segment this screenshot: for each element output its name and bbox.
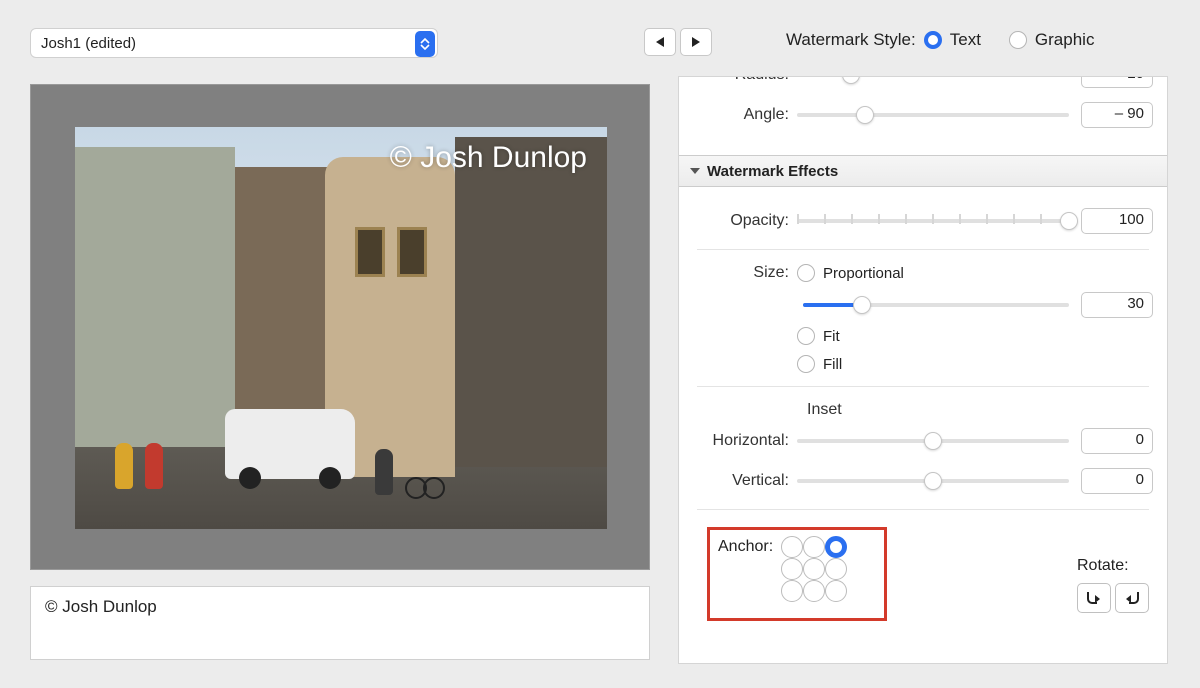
size-fit-radio[interactable]	[797, 327, 815, 345]
preview-image: © Josh Dunlop	[75, 127, 607, 529]
anchor-top-left[interactable]	[781, 536, 803, 558]
inset-title: Inset	[679, 395, 1167, 421]
rotate-cw-button[interactable]	[1077, 583, 1111, 613]
settings-panel: Radius: 20 Angle: – 90 Watermark E	[678, 76, 1168, 664]
watermark-style-label: Watermark Style:	[786, 30, 916, 50]
opacity-label: Opacity:	[693, 212, 797, 230]
anchor-mid-center[interactable]	[803, 558, 825, 580]
anchor-grid	[781, 536, 847, 612]
watermark-style-text-radio[interactable]	[924, 31, 942, 49]
triangle-left-icon	[655, 36, 665, 48]
watermark-style-group: Watermark Style: Text Graphic	[786, 30, 1094, 50]
watermark-effects-header[interactable]: Watermark Effects	[679, 155, 1167, 187]
size-label: Size:	[693, 264, 797, 282]
anchor-mid-left[interactable]	[781, 558, 803, 580]
anchor-label: Anchor:	[718, 536, 773, 612]
size-slider[interactable]	[803, 295, 1069, 315]
inset-horizontal-label: Horizontal:	[693, 432, 797, 450]
size-fill-label: Fill	[823, 356, 842, 373]
size-fit-label: Fit	[823, 328, 840, 345]
watermark-overlay-text: © Josh Dunlop	[390, 141, 587, 175]
dropdown-stepper-icon	[415, 31, 435, 57]
size-proportional-label: Proportional	[823, 265, 904, 282]
size-value[interactable]: 30	[1081, 292, 1153, 318]
inset-vertical-value[interactable]: 0	[1081, 468, 1153, 494]
anchor-top-right[interactable]	[825, 536, 847, 558]
rotate-ccw-icon	[1123, 590, 1141, 606]
inset-vertical-label: Vertical:	[693, 472, 797, 490]
anchor-bot-left[interactable]	[781, 580, 803, 602]
triangle-right-icon	[691, 36, 701, 48]
angle-slider[interactable]	[797, 105, 1069, 125]
watermark-style-graphic-label: Graphic	[1035, 30, 1095, 50]
rotate-ccw-button[interactable]	[1115, 583, 1149, 613]
opacity-slider[interactable]	[797, 211, 1069, 231]
watermark-text-input[interactable]: © Josh Dunlop	[30, 586, 650, 660]
rotate-group: Rotate:	[1077, 557, 1149, 613]
rotate-label: Rotate:	[1077, 557, 1149, 575]
inset-horizontal-slider[interactable]	[797, 431, 1069, 451]
radius-value[interactable]: 20	[1081, 76, 1153, 88]
preset-name: Josh1 (edited)	[41, 35, 136, 52]
watermark-style-graphic-radio[interactable]	[1009, 31, 1027, 49]
inset-horizontal-value[interactable]: 0	[1081, 428, 1153, 454]
inset-vertical-slider[interactable]	[797, 471, 1069, 491]
anchor-bot-right[interactable]	[825, 580, 847, 602]
anchor-group-highlight: Anchor:	[707, 527, 887, 621]
anchor-bot-center[interactable]	[803, 580, 825, 602]
disclosure-triangle-down-icon	[689, 165, 701, 177]
anchor-mid-right[interactable]	[825, 558, 847, 580]
watermark-style-text-label: Text	[950, 30, 981, 50]
next-button[interactable]	[680, 28, 712, 56]
preview-area: © Josh Dunlop	[30, 84, 650, 570]
radius-label: Radius:	[693, 76, 797, 84]
rotate-cw-icon	[1085, 590, 1103, 606]
size-fill-radio[interactable]	[797, 355, 815, 373]
prev-button[interactable]	[644, 28, 676, 56]
angle-label: Angle:	[693, 106, 797, 124]
angle-value[interactable]: – 90	[1081, 102, 1153, 128]
anchor-top-center[interactable]	[803, 536, 825, 558]
radius-slider[interactable]	[797, 76, 1069, 85]
preset-dropdown[interactable]: Josh1 (edited)	[30, 28, 438, 58]
size-proportional-radio[interactable]	[797, 264, 815, 282]
opacity-value[interactable]: 100	[1081, 208, 1153, 234]
